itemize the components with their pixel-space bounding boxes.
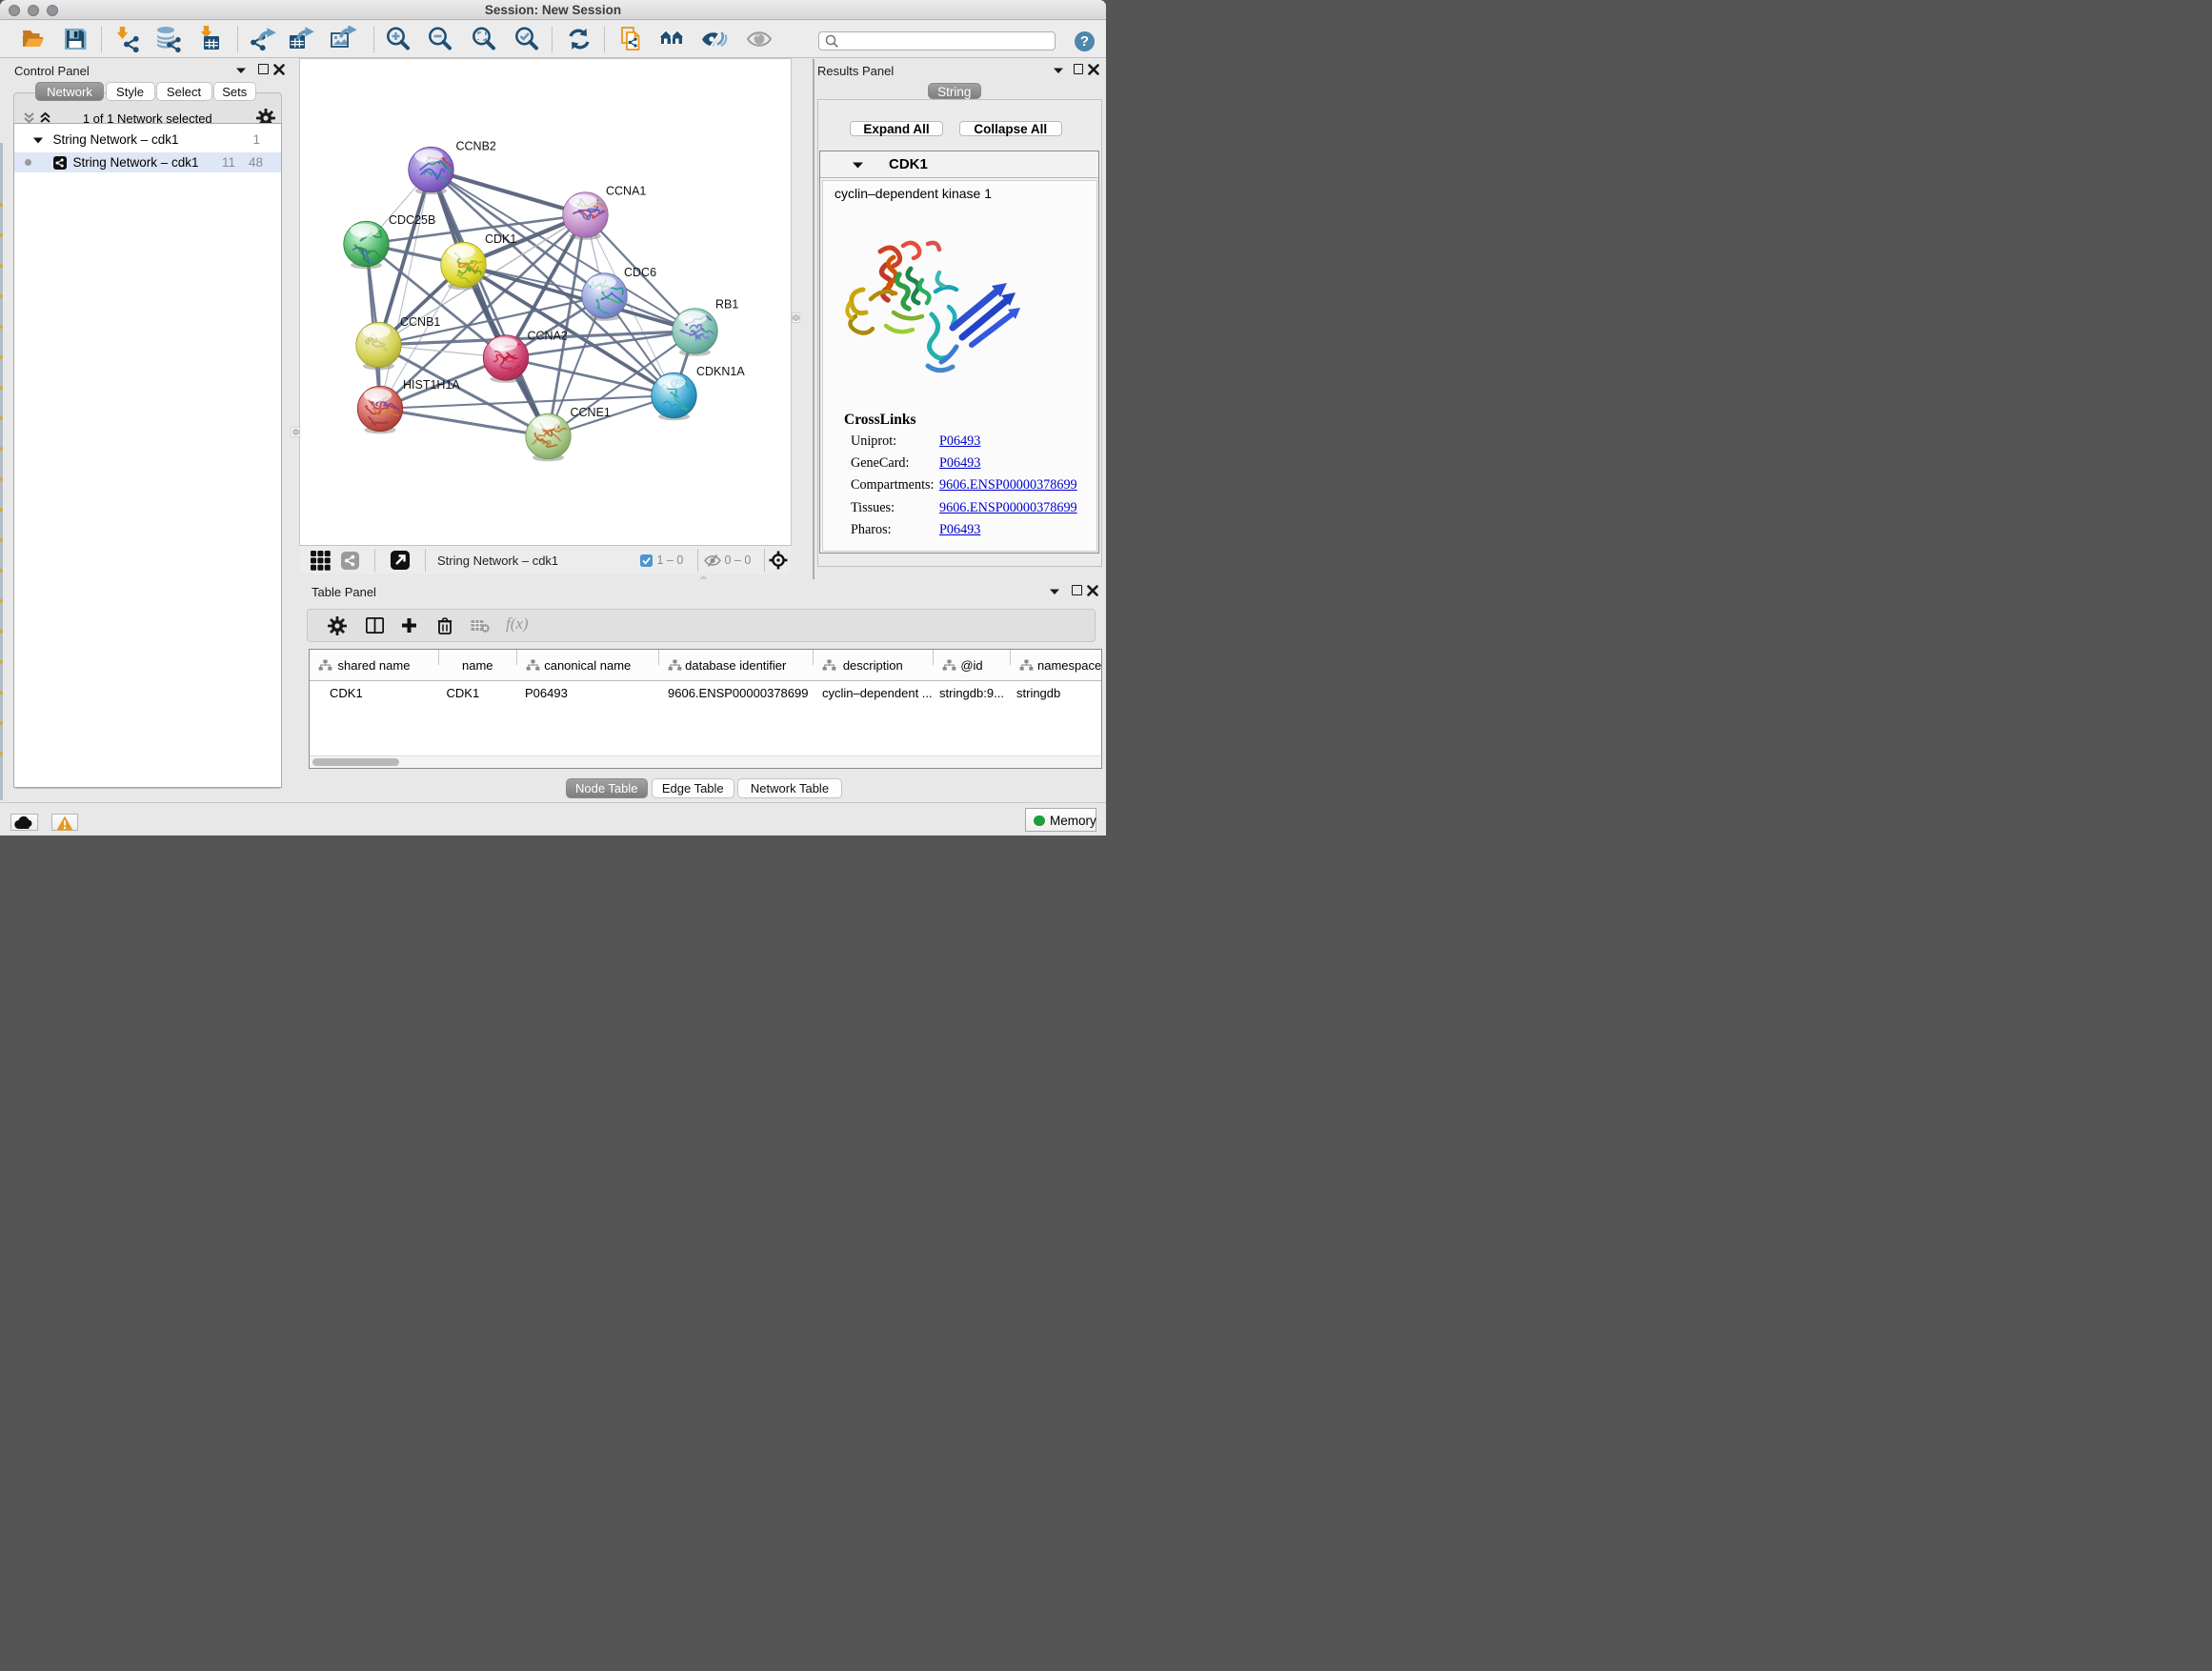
svg-text:CCNB2: CCNB2: [455, 140, 495, 153]
svg-text:CDC25B: CDC25B: [389, 213, 435, 227]
svg-text:HIST1H1A: HIST1H1A: [403, 378, 460, 392]
svg-text:CDC6: CDC6: [624, 266, 656, 279]
svg-text:RB1: RB1: [715, 298, 738, 312]
svg-text:CCNA2: CCNA2: [527, 330, 567, 343]
svg-text:CDK1: CDK1: [485, 232, 516, 246]
svg-text:CCNB1: CCNB1: [400, 315, 440, 329]
svg-text:CCNE1: CCNE1: [570, 406, 610, 419]
svg-text:CDKN1A: CDKN1A: [696, 365, 745, 378]
svg-text:CCNA1: CCNA1: [606, 185, 646, 198]
